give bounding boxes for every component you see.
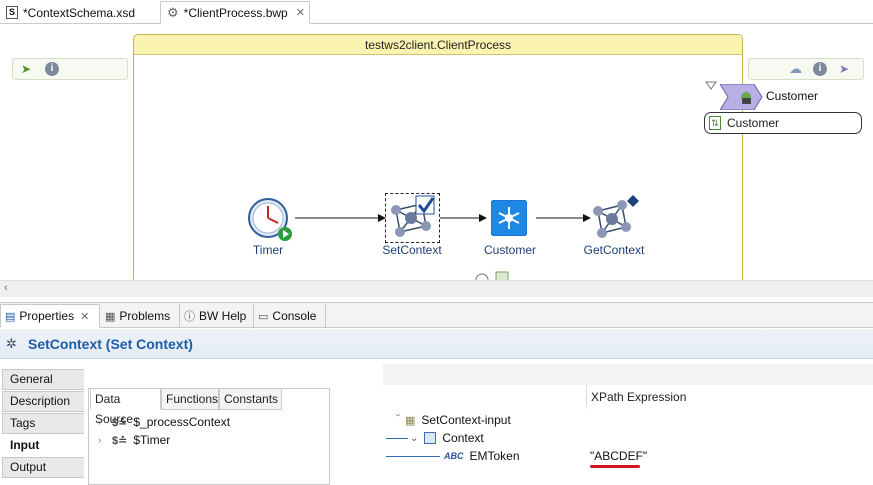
activity-label-getcontext[interactable]: GetContext xyxy=(564,243,664,257)
get-context-icon[interactable] xyxy=(590,193,640,241)
canvas-toolbar-icon[interactable] xyxy=(472,268,512,280)
side-tab-tags[interactable]: Tags xyxy=(2,413,84,434)
string-type-icon: ABC xyxy=(444,451,464,461)
complex-type-icon xyxy=(424,432,437,444)
tab-properties[interactable]: ▤ Properties ✕ xyxy=(0,304,100,328)
mapping-row-setcontext-input[interactable]: › ▦ SetContext-input xyxy=(391,411,511,429)
tab-functions[interactable]: Functions xyxy=(161,388,219,410)
data-source-item[interactable]: › $≐ $_processContext xyxy=(98,413,230,431)
help-icon: ⓘ xyxy=(184,311,195,323)
chevron-down-icon[interactable]: › xyxy=(393,413,404,427)
property-side-tabs: General Description Tags Input Output xyxy=(0,360,84,485)
panel-tab-bar: ▤ Properties ✕ ▦ Problems ⓘ BW Help ▭ Co… xyxy=(0,302,873,328)
tab-problems[interactable]: ▦ Problems xyxy=(101,304,180,328)
invoke-service-icon[interactable] xyxy=(490,199,528,237)
canvas-horizontal-scrollbar[interactable]: ‹ xyxy=(0,280,873,297)
chevron-right-icon[interactable]: › xyxy=(98,435,112,446)
xpath-expression-value[interactable]: "ABCDEF" xyxy=(590,447,647,465)
mapping-line xyxy=(386,455,440,457)
properties-icon: ▤ xyxy=(5,310,16,323)
properties-title: SetContext (Set Context) xyxy=(28,336,193,352)
tab-bw-help[interactable]: ⓘ BW Help xyxy=(180,304,254,328)
mapping-row-context[interactable]: ⌄ Context xyxy=(386,429,484,447)
tab-data-source[interactable]: Data Source xyxy=(90,388,161,426)
activity-label-timer[interactable]: Timer xyxy=(218,243,318,257)
chevron-down-icon[interactable]: ⌄ xyxy=(410,433,418,444)
side-tab-description[interactable]: Description xyxy=(2,391,84,412)
variable-icon: $≐ xyxy=(112,416,128,429)
mapping-line xyxy=(386,437,408,439)
set-context-icon[interactable] xyxy=(385,193,440,243)
xpath-expression-header: XPath Expression xyxy=(586,385,873,409)
properties-header: ✲ SetContext (Set Context) xyxy=(0,329,873,359)
variable-icon: $≐ xyxy=(112,434,128,447)
tab-console[interactable]: ▭ Console xyxy=(254,304,326,328)
activity-label-customer[interactable]: Customer xyxy=(460,243,560,257)
tab-constants[interactable]: Constants xyxy=(219,388,282,410)
console-icon: ▭ xyxy=(258,310,269,323)
problems-icon: ▦ xyxy=(105,310,116,323)
scroll-left-icon[interactable]: ‹ xyxy=(4,282,8,294)
mapping-row-emtoken[interactable]: ABC EMToken xyxy=(386,447,520,465)
side-tab-output[interactable]: Output xyxy=(2,457,84,478)
data-source-item[interactable]: › $≐ $Timer xyxy=(98,431,170,449)
set-context-icon: ✲ xyxy=(6,336,17,351)
activity-label-setcontext[interactable]: SetContext xyxy=(362,243,462,257)
chevron-right-icon[interactable]: › xyxy=(98,417,112,428)
panel-splitter[interactable] xyxy=(334,360,382,485)
input-schema-icon: ▦ xyxy=(405,414,416,427)
timer-icon[interactable] xyxy=(247,197,293,243)
mapping-toolbar xyxy=(383,364,873,385)
side-tab-general[interactable]: General xyxy=(2,369,84,390)
highlight-underline xyxy=(590,465,640,468)
side-tab-input[interactable]: Input xyxy=(2,435,84,456)
close-icon[interactable]: ✕ xyxy=(80,310,89,323)
